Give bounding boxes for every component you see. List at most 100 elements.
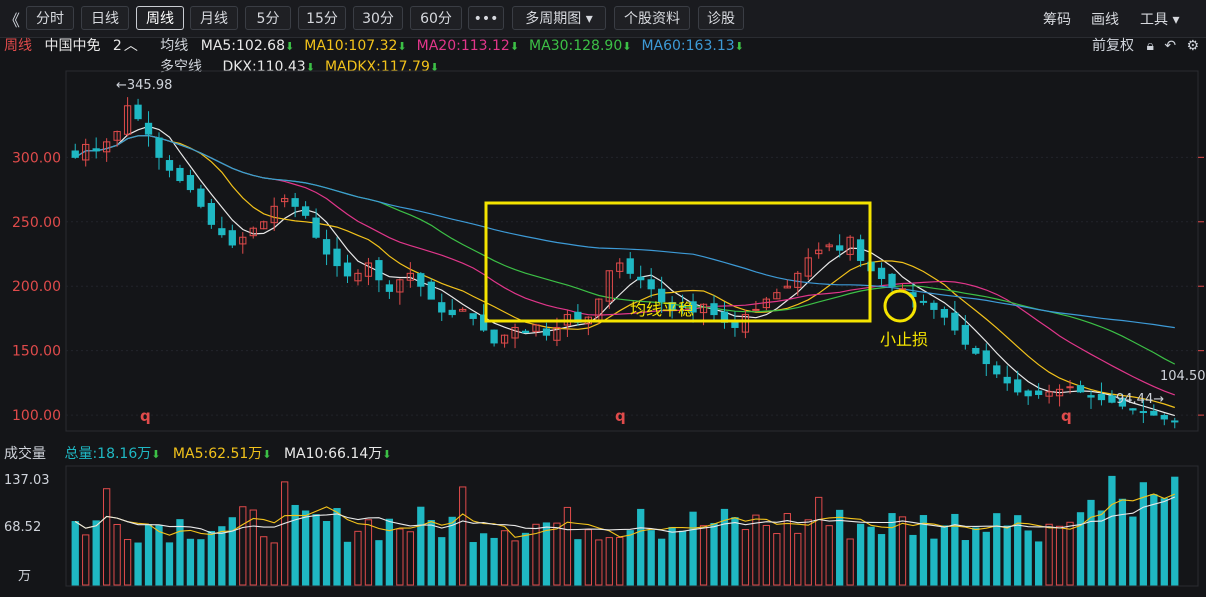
candle-body: [982, 350, 990, 365]
volume-bar: [333, 508, 341, 586]
volume-bar: [762, 524, 771, 586]
candle-body: [207, 202, 216, 225]
candle-body: [1129, 408, 1137, 411]
volume-bar: [1129, 516, 1137, 586]
volume-bar: [260, 536, 268, 586]
volume-bar: [82, 534, 90, 586]
candle-body: [1108, 395, 1116, 403]
volume-bar: [710, 523, 718, 586]
volume-bar: [343, 541, 352, 586]
y-axis-label: 150.00: [12, 344, 61, 360]
volume-bar: [846, 538, 854, 586]
volume-bar: [1034, 541, 1043, 586]
volume-bar: [438, 537, 446, 586]
candle-body: [1014, 379, 1022, 393]
volume-bar: [940, 525, 949, 586]
volume-bar: [856, 523, 865, 586]
volume-bar: [134, 542, 142, 586]
volume-bar: [626, 530, 634, 586]
candle-body: [1066, 386, 1074, 389]
candle-body: [155, 137, 163, 158]
candle-body: [469, 313, 477, 319]
candle-body: [1024, 390, 1032, 397]
grid: [66, 156, 1198, 416]
volume-bar: [103, 488, 111, 586]
candle-body: [1097, 393, 1106, 401]
volume-bar: [752, 514, 760, 586]
candle-body: [1160, 414, 1168, 420]
volume-bar: [301, 510, 310, 586]
volume-bar: [888, 513, 896, 586]
volume-header: 成交量 总量:18.16万⬇ MA5:62.51万⬇ MA10:66.14万⬇: [0, 444, 399, 464]
volume-bar: [605, 537, 613, 586]
volume-bar: [165, 542, 174, 586]
volume-bar: [1108, 475, 1116, 586]
candle-body: [144, 122, 153, 135]
volume-bar: [1171, 476, 1179, 586]
candle-body: [856, 239, 865, 261]
candle-body: [752, 308, 760, 311]
candle-body: [186, 175, 195, 191]
volume-bar: [291, 504, 299, 586]
candle-body: [961, 324, 969, 345]
volume-bar: [92, 520, 100, 586]
candle-body: [92, 148, 100, 152]
volume-bar: [176, 519, 184, 586]
ma-line-5: [74, 125, 1175, 417]
volume-bar: [794, 532, 802, 586]
volume-bars: [71, 475, 1179, 586]
volume-bar: [385, 518, 394, 586]
last-price-label: 104.50: [1160, 369, 1206, 384]
volume-bar: [563, 506, 572, 586]
volume-bar: [312, 514, 320, 586]
box-annotation-text: 均线平稳: [630, 300, 694, 319]
candle-body: [333, 248, 341, 267]
candle-body: [375, 260, 383, 281]
volume-bar: [427, 520, 435, 586]
volume-ma5: MA5:62.51万: [172, 446, 263, 462]
candle-body: [521, 330, 530, 334]
volume-bar: [490, 537, 498, 586]
volume-bar: [500, 530, 509, 586]
volume-bar: [1066, 521, 1074, 586]
volume-bar: [155, 525, 163, 586]
volume-bar: [574, 539, 582, 586]
candle-body: [228, 230, 236, 246]
candle-body: [993, 365, 1001, 375]
volume-ma10: MA10:66.14万: [283, 446, 383, 462]
volume-bar: [1087, 499, 1095, 586]
ma-lines: [74, 125, 1176, 417]
candle-body: [165, 160, 174, 171]
volume-bar: [773, 533, 781, 586]
candle-body: [1003, 376, 1011, 384]
candle-body: [1076, 385, 1085, 393]
down-arrow-icon: ⬇: [382, 448, 392, 461]
volume-bar: [616, 536, 624, 586]
volume-bar: [637, 508, 645, 586]
candle-body: [417, 273, 425, 287]
volume-bar: [919, 515, 928, 586]
ma-line-60: [74, 134, 1175, 329]
volume-bar: [668, 526, 676, 586]
volume-bar: [982, 531, 990, 586]
volume-bar: [647, 530, 655, 586]
volume-bar: [972, 527, 980, 586]
volume-bar: [699, 525, 708, 586]
low-price-label: 94.44→: [1116, 392, 1164, 407]
candle-body: [1150, 410, 1158, 416]
candle-body: [836, 245, 844, 251]
volume-bar: [71, 521, 79, 586]
volume-bar: [228, 517, 236, 586]
ma-line-20: [74, 134, 1176, 396]
volume-bar: [1055, 525, 1064, 586]
volume-bar: [877, 534, 886, 586]
volume-bar: [553, 522, 561, 586]
candle-body: [731, 322, 739, 328]
volume-bar: [815, 496, 823, 586]
candlestick-chart[interactable]: 300.00250.00200.00150.00100.00 均线平稳 小止损 …: [0, 0, 1206, 597]
candle-body: [919, 300, 928, 303]
candles: [71, 97, 1179, 429]
volume-bar: [322, 521, 331, 586]
volume-bar: [584, 529, 592, 586]
down-arrow-icon: ⬇: [262, 448, 272, 461]
